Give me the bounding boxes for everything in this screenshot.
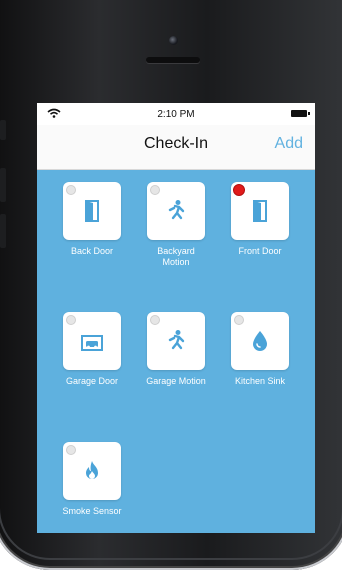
device-label: Front Door xyxy=(238,246,282,256)
status-indicator xyxy=(150,315,160,325)
camera-icon xyxy=(169,36,178,45)
alert-indicator xyxy=(233,184,245,196)
device-tile-box[interactable] xyxy=(63,442,121,500)
status-indicator xyxy=(66,445,76,455)
screen: 2:10 PM Check-In Add Back Door Backyard … xyxy=(37,103,315,533)
status-time: 2:10 PM xyxy=(157,109,195,120)
navigation-bar: Check-In Add xyxy=(37,125,315,170)
status-indicator xyxy=(234,315,244,325)
garage-icon xyxy=(81,335,103,351)
fire-icon xyxy=(86,461,98,479)
device-tile-box[interactable] xyxy=(63,182,121,240)
water-drop-icon xyxy=(253,331,267,351)
device-tile-box[interactable] xyxy=(231,182,289,240)
page-title: Check-In xyxy=(143,135,209,152)
phone-frame: 2:10 PM Check-In Add Back Door Backyard … xyxy=(0,0,342,570)
door-icon xyxy=(253,200,267,222)
status-indicator xyxy=(66,185,76,195)
device-tile-box[interactable] xyxy=(63,312,121,370)
device-tile-back-door[interactable]: Back Door xyxy=(50,182,134,257)
volume-up-button xyxy=(0,168,6,202)
device-grid: Back Door Backyard Motion Front Door Gar… xyxy=(37,170,315,533)
device-tile-backyard-motion[interactable]: Backyard Motion xyxy=(134,182,218,268)
device-label: Garage Motion xyxy=(146,376,206,386)
mute-switch xyxy=(0,120,6,140)
device-tile-smoke-sensor[interactable]: Smoke Sensor xyxy=(50,442,134,517)
device-label: Backyard Motion xyxy=(157,246,195,267)
device-label: Kitchen Sink xyxy=(234,376,286,386)
status-indicator xyxy=(66,315,76,325)
battery-icon xyxy=(291,110,310,117)
speaker-grille xyxy=(146,57,200,63)
motion-icon xyxy=(168,200,185,220)
volume-down-button xyxy=(0,214,6,248)
device-tile-garage-motion[interactable]: Garage Motion xyxy=(134,312,218,387)
device-tile-garage-door[interactable]: Garage Door xyxy=(50,312,134,387)
door-icon xyxy=(85,200,99,222)
device-label: Garage Door xyxy=(65,376,119,386)
status-bar: 2:10 PM xyxy=(37,103,315,125)
device-tile-front-door[interactable]: Front Door xyxy=(218,182,302,257)
device-tile-box[interactable] xyxy=(147,182,205,240)
status-indicator xyxy=(150,185,160,195)
device-tile-kitchen-sink[interactable]: Kitchen Sink xyxy=(218,312,302,387)
device-label: Back Door xyxy=(70,246,114,256)
device-label: Smoke Sensor xyxy=(62,506,122,516)
device-tile-box[interactable] xyxy=(231,312,289,370)
motion-icon xyxy=(168,330,185,350)
device-tile-box[interactable] xyxy=(147,312,205,370)
add-button[interactable]: Add xyxy=(275,135,303,153)
